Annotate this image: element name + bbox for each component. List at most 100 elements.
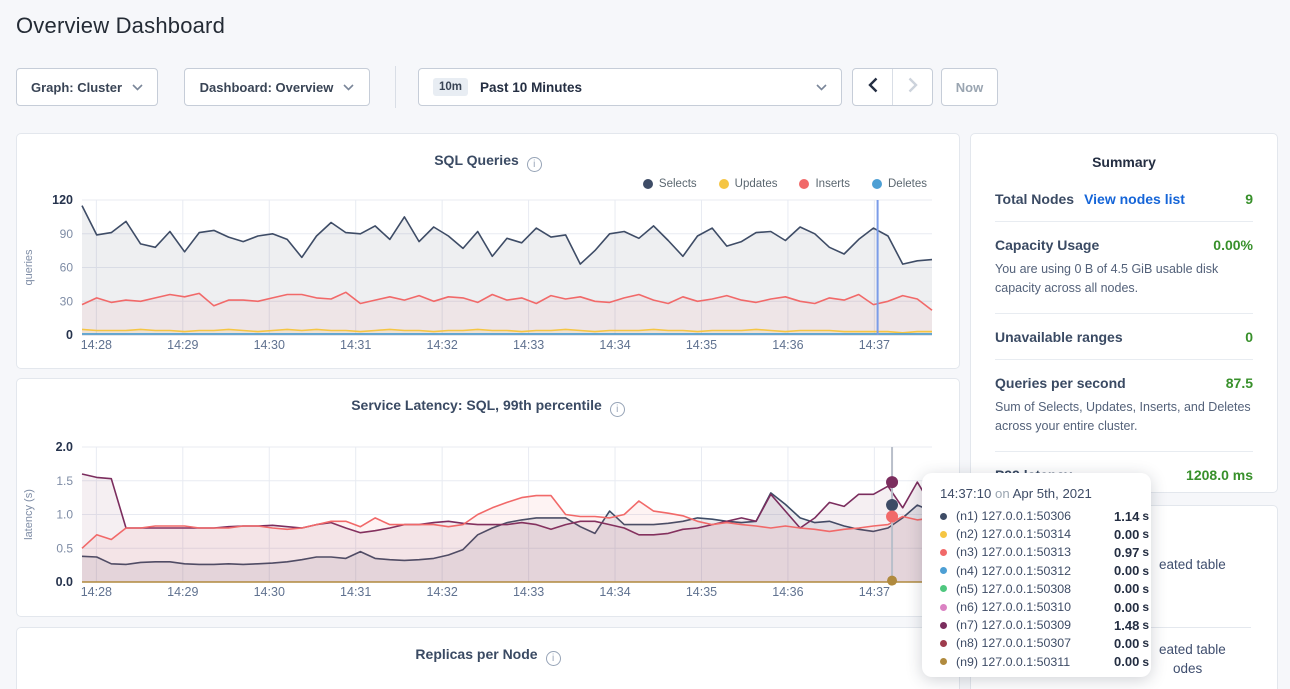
prev-timewindow-button[interactable]: [853, 69, 892, 105]
node-address: (n3) 127.0.0.1:50313: [956, 545, 1114, 559]
svg-text:1.0: 1.0: [56, 508, 73, 522]
svg-text:30: 30: [60, 294, 74, 308]
svg-text:60: 60: [60, 261, 74, 275]
dashboard-dropdown[interactable]: Dashboard: Overview: [184, 68, 370, 106]
tooltip-on-word: on: [995, 486, 1010, 501]
node-color-dot: [940, 585, 947, 592]
svg-text:2.0: 2.0: [56, 440, 73, 454]
svg-text:14:37: 14:37: [859, 338, 890, 350]
capacity-usage-value: 0.00%: [1213, 237, 1253, 253]
node-address: (n2) 127.0.0.1:50314: [956, 527, 1114, 541]
node-address: (n5) 127.0.0.1:50308: [956, 582, 1114, 596]
p99-latency-value: 1208.0 ms: [1186, 467, 1253, 483]
tooltip-time: 14:37:10: [940, 486, 991, 501]
time-range-badge: 10m: [433, 78, 468, 96]
svg-text:queries: queries: [23, 249, 35, 286]
node-color-dot: [940, 531, 947, 538]
service-latency-card: Service Latency: SQL, 99th percentile i 0…: [16, 378, 960, 617]
graph-scope-dropdown[interactable]: Graph: Cluster: [16, 68, 158, 106]
chevron-right-icon: [908, 77, 918, 98]
graph-scope-label: Graph: Cluster: [31, 80, 122, 95]
page-title: Overview Dashboard: [16, 13, 225, 39]
tooltip-timestamp: 14:37:10 on Apr 5th, 2021: [940, 486, 1137, 501]
svg-text:120: 120: [52, 193, 73, 207]
node-latency-value: 1.14: [1114, 509, 1139, 524]
service-latency-chart[interactable]: 0.00.51.01.52.014:2814:2914:3014:3114:32…: [18, 425, 960, 597]
svg-text:90: 90: [60, 227, 74, 241]
node-latency-value: 0.00: [1114, 527, 1139, 542]
chevron-down-icon: [816, 84, 827, 91]
node-latency-unit: s: [1142, 527, 1149, 541]
node-color-dot: [940, 567, 947, 574]
info-icon[interactable]: i: [527, 157, 542, 172]
chevron-left-icon: [868, 77, 878, 98]
svg-text:1.5: 1.5: [56, 474, 73, 488]
svg-text:14:28: 14:28: [81, 585, 112, 597]
tooltip-node-row: (n6) 127.0.0.1:503100.00s: [940, 598, 1137, 616]
svg-text:14:33: 14:33: [513, 338, 544, 350]
summary-panel: Summary Total Nodes View nodes list 9 Ca…: [970, 133, 1278, 493]
svg-text:0.5: 0.5: [56, 541, 73, 555]
node-latency-unit: s: [1142, 636, 1149, 650]
view-nodes-list-link[interactable]: View nodes list: [1084, 191, 1185, 207]
svg-text:14:30: 14:30: [254, 338, 285, 350]
tooltip-node-row: (n5) 127.0.0.1:503080.00s: [940, 580, 1137, 598]
replicas-per-node-title: Replicas per Nodei: [17, 646, 959, 666]
sql-queries-chart[interactable]: 030609012014:2814:2914:3014:3114:3214:33…: [18, 178, 960, 350]
node-address: (n4) 127.0.0.1:50312: [956, 564, 1114, 578]
tooltip-node-row: (n9) 127.0.0.1:503110.00s: [940, 653, 1137, 671]
svg-text:14:28: 14:28: [81, 338, 112, 350]
summary-qps: Queries per second 87.5 Sum of Selects, …: [995, 360, 1253, 452]
info-icon[interactable]: i: [610, 402, 625, 417]
service-latency-title-text: Service Latency: SQL, 99th percentile: [351, 397, 602, 413]
now-button-label: Now: [956, 80, 983, 95]
svg-text:14:31: 14:31: [340, 338, 371, 350]
capacity-usage-label: Capacity Usage: [995, 237, 1099, 253]
sql-queries-card: SQL Queriesi SelectsUpdatesInsertsDelete…: [16, 133, 960, 369]
tooltip-node-rows: (n1) 127.0.0.1:503061.14s (n2) 127.0.0.1:…: [940, 507, 1137, 671]
node-latency-value: 0.00: [1114, 581, 1139, 596]
total-nodes-label: Total Nodes: [995, 191, 1074, 207]
svg-text:14:29: 14:29: [167, 338, 198, 350]
node-color-dot: [940, 622, 947, 629]
svg-text:14:36: 14:36: [772, 585, 803, 597]
svg-text:14:37: 14:37: [859, 585, 890, 597]
sql-queries-title-text: SQL Queries: [434, 152, 519, 168]
node-color-dot: [940, 513, 947, 520]
node-latency-value: 1.48: [1114, 618, 1139, 633]
svg-text:14:34: 14:34: [599, 585, 630, 597]
tooltip-node-row: (n1) 127.0.0.1:503061.14s: [940, 507, 1137, 525]
event-item-fragment: eated table: [1159, 642, 1226, 657]
svg-text:14:34: 14:34: [599, 338, 630, 350]
replicas-per-node-card: Replicas per Nodei: [16, 627, 960, 689]
svg-text:14:30: 14:30: [254, 585, 285, 597]
now-button[interactable]: Now: [941, 68, 998, 106]
qps-value: 87.5: [1226, 375, 1253, 391]
chevron-down-icon: [132, 84, 143, 91]
node-latency-value: 0.97: [1114, 545, 1139, 560]
summary-title: Summary: [995, 154, 1253, 170]
node-latency-unit: s: [1142, 545, 1149, 559]
node-address: (n1) 127.0.0.1:50306: [956, 509, 1114, 523]
svg-text:14:32: 14:32: [427, 338, 458, 350]
node-latency-unit: s: [1142, 655, 1149, 669]
node-color-dot: [940, 604, 947, 611]
unavailable-ranges-value: 0: [1245, 329, 1253, 345]
info-icon[interactable]: i: [546, 651, 561, 666]
node-latency-unit: s: [1142, 582, 1149, 596]
service-latency-title: Service Latency: SQL, 99th percentile i: [17, 397, 959, 417]
qps-desc: Sum of Selects, Updates, Inserts, and De…: [995, 398, 1253, 437]
node-address: (n7) 127.0.0.1:50309: [956, 618, 1114, 632]
time-range-dropdown[interactable]: 10m Past 10 Minutes: [418, 68, 842, 106]
svg-text:14:33: 14:33: [513, 585, 544, 597]
node-latency-value: 0.00: [1114, 600, 1139, 615]
svg-text:14:32: 14:32: [427, 585, 458, 597]
unavailable-ranges-label: Unavailable ranges: [995, 329, 1123, 345]
chart-hover-tooltip: 14:37:10 on Apr 5th, 2021 (n1) 127.0.0.1…: [922, 473, 1151, 677]
qps-label: Queries per second: [995, 375, 1126, 391]
node-address: (n8) 127.0.0.1:50307: [956, 636, 1114, 650]
svg-text:14:36: 14:36: [772, 338, 803, 350]
node-latency-value: 0.00: [1114, 636, 1139, 651]
next-timewindow-button[interactable]: [892, 69, 932, 105]
node-latency-unit: s: [1142, 509, 1149, 523]
